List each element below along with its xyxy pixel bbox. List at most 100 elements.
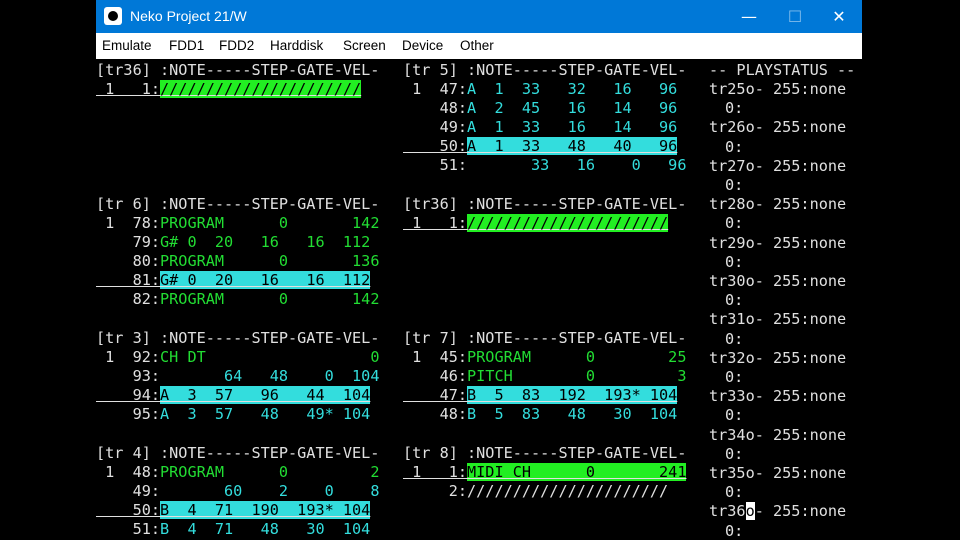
row-number: 94: xyxy=(96,386,161,404)
table-row-current: 81:G# 0 20 16 16 112 xyxy=(96,271,371,290)
empty-track-bar: ////////////////////// xyxy=(467,214,669,232)
table-row: 2:////////////////////// xyxy=(403,482,668,501)
table-row: 49:A 1 33 16 14 96 xyxy=(403,118,678,137)
emulator-screen[interactable]: [tr36] :NOTE-----STEP-GATE-VEL- 1 1:////… xyxy=(96,59,862,540)
row-number: 50: xyxy=(403,137,468,155)
track-header: [tr 7] :NOTE-----STEP-GATE-VEL- xyxy=(403,329,687,347)
table-row: 1 47:A 1 33 32 16 96 xyxy=(403,80,677,99)
row-data: B 5 83 192 193* 104 xyxy=(467,386,678,404)
track-header: [tr 8] :NOTE-----STEP-GATE-VEL- xyxy=(403,444,687,462)
table-row: 48:B 5 83 48 30 104 xyxy=(403,405,678,424)
row-data: PROGRAM 0 2 xyxy=(160,463,380,481)
row-data: 33 16 0 96 xyxy=(467,156,687,174)
track-header: [tr 6] :NOTE-----STEP-GATE-VEL- xyxy=(96,195,380,213)
table-row-current: 50:B 4 71 190 193* 104 xyxy=(96,501,371,520)
row-data: PROGRAM 0 142 xyxy=(160,290,380,308)
row-number: 81: xyxy=(96,271,161,289)
track-header: [tr 4] :NOTE-----STEP-GATE-VEL- xyxy=(96,444,380,462)
menu-fdd2[interactable]: FDD2 xyxy=(219,38,254,53)
empty-track-bar: ////////////////////// xyxy=(160,80,362,98)
playstatus-track-status: - 255:none xyxy=(754,502,847,521)
track-header: [tr 5] :NOTE-----STEP-GATE-VEL- xyxy=(403,61,687,79)
table-row: 1 1:////////////////////// xyxy=(403,214,669,233)
row-number: 50: xyxy=(96,501,161,519)
row-number: 1 1: xyxy=(96,80,161,98)
row-number: 93: xyxy=(96,367,161,385)
table-row: 80:PROGRAM 0 136 xyxy=(96,252,380,271)
row-number: 82: xyxy=(96,290,161,308)
row-data: A 1 33 16 14 96 xyxy=(467,118,678,136)
row-data: A 3 57 48 49* 104 xyxy=(160,405,371,423)
playstatus-value: 0: xyxy=(725,444,744,463)
track-header: [tr36] :NOTE-----STEP-GATE-VEL- xyxy=(96,61,380,79)
playstatus-track: tr28o- 255:none xyxy=(709,195,847,214)
row-number: 79: xyxy=(96,233,161,251)
playstatus-track: tr29o- 255:none xyxy=(709,233,847,252)
row-number: 2: xyxy=(403,482,468,500)
track-header: [tr36] :NOTE-----STEP-GATE-VEL- xyxy=(403,195,687,213)
row-data: MIDI CH 0 241 xyxy=(467,463,687,481)
row-number: 51: xyxy=(403,156,468,174)
playstatus-value: 0: xyxy=(725,483,744,502)
table-row: 46:PITCH 0 3 xyxy=(403,367,687,386)
playstatus-value: 0: xyxy=(725,368,744,386)
playstatus-track: tr35o- 255:none xyxy=(709,464,847,482)
table-row: 1 45:PROGRAM 0 25 xyxy=(403,348,686,367)
menu-bar: Emulate FDD1 FDD2 Harddisk Screen Device… xyxy=(96,33,862,59)
playstatus-track: tr26o- 255:none xyxy=(709,118,847,137)
close-button[interactable]: ✕ xyxy=(816,0,862,33)
row-data: B 4 71 190 193* 104 xyxy=(160,501,371,519)
table-row: 51:B 4 71 48 30 104 xyxy=(96,520,371,539)
playstatus-track: tr27o- 255:none xyxy=(709,156,847,175)
row-data: PROGRAM 0 142 xyxy=(160,214,380,232)
maximize-button[interactable]: ☐ xyxy=(772,0,818,33)
menu-emulate[interactable]: Emulate xyxy=(102,38,152,53)
track-header: [tr 3] :NOTE-----STEP-GATE-VEL- xyxy=(96,329,380,347)
row-number: 46: xyxy=(403,367,468,385)
app-cat-icon[interactable] xyxy=(104,7,122,25)
playstatus-value: 0: xyxy=(725,99,744,118)
menu-device[interactable]: Device xyxy=(402,38,443,53)
menu-fdd1[interactable]: FDD1 xyxy=(169,38,204,53)
menu-other[interactable]: Other xyxy=(460,38,494,53)
row-data: G# 0 20 16 16 112 xyxy=(160,271,371,289)
row-data: A 2 45 16 14 96 xyxy=(467,99,678,117)
row-data: 60 2 0 8 xyxy=(160,482,380,500)
playstatus-value: 0: xyxy=(725,137,744,156)
row-number: 95: xyxy=(96,405,161,423)
table-row: 1 1:////////////////////// xyxy=(96,80,362,99)
minimize-button[interactable]: — xyxy=(726,0,772,33)
playstatus-track-label: tr36 xyxy=(709,502,746,521)
row-data: CH DT 0 xyxy=(160,348,380,366)
row-data: B 4 71 48 30 104 xyxy=(160,520,371,538)
playstatus-track: tr34o- 255:none xyxy=(709,425,847,444)
table-row-current: 94:A 3 57 96 44 104 xyxy=(96,386,371,405)
menu-screen[interactable]: Screen xyxy=(343,38,386,53)
row-number: 1 1: xyxy=(403,463,468,481)
menu-harddisk[interactable]: Harddisk xyxy=(270,38,323,53)
row-data: B 5 83 48 30 104 xyxy=(467,405,678,423)
table-row: 1 92:CH DT 0 xyxy=(96,348,379,367)
row-data: G# 0 20 16 16 112 xyxy=(160,233,371,251)
row-number: 80: xyxy=(96,252,161,270)
row-data: 64 48 0 104 xyxy=(160,367,380,385)
playstatus-value: 0: xyxy=(725,406,744,425)
table-row: 1 78:PROGRAM 0 142 xyxy=(96,214,379,233)
row-data: PITCH 0 3 xyxy=(467,367,687,385)
table-row: 1 48:PROGRAM 0 2 xyxy=(96,463,379,482)
playstatus-value: 0: xyxy=(725,214,744,233)
playstatus-track: tr30o- 255:none xyxy=(709,272,847,290)
row-number: 1 45: xyxy=(403,348,468,366)
row-data: A 1 33 32 16 96 xyxy=(467,80,678,98)
window-title: Neko Project 21/W xyxy=(130,8,247,24)
playstatus-value: 0: xyxy=(725,521,744,540)
row-number: 49: xyxy=(96,482,161,500)
row-number: 1 1: xyxy=(403,214,468,232)
table-row: 49: 60 2 0 8 xyxy=(96,482,380,501)
row-number: 48: xyxy=(403,405,468,423)
title-bar: Neko Project 21/W — ☐ ✕ xyxy=(96,0,862,33)
table-row-current: 47:B 5 83 192 193* 104 xyxy=(403,386,678,405)
row-data: PROGRAM 0 136 xyxy=(160,252,380,270)
row-number: 51: xyxy=(96,520,161,538)
playstatus-track: tr36o- 255:none xyxy=(709,502,846,521)
